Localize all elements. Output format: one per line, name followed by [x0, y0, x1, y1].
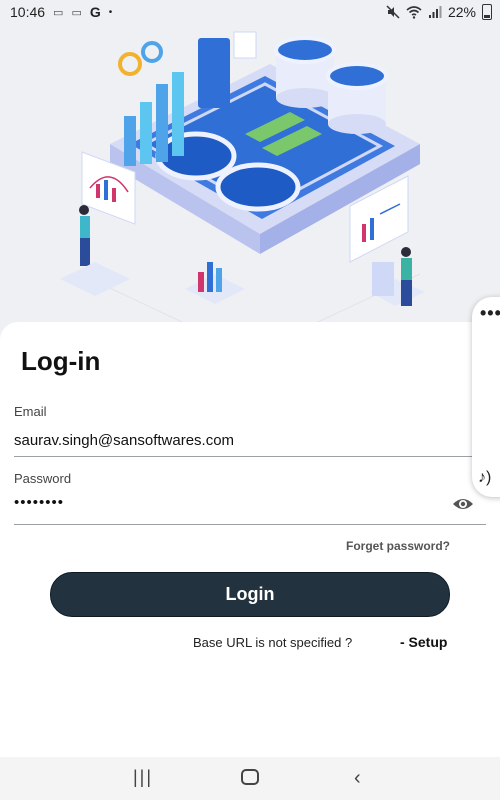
hero-illustration [0, 24, 500, 344]
wifi-icon [406, 6, 422, 19]
more-options-icon[interactable]: ••• [480, 303, 500, 324]
login-button[interactable]: Login [50, 572, 450, 617]
home-icon[interactable] [241, 769, 259, 785]
back-icon[interactable]: ‹ [354, 767, 361, 790]
google-icon: G [89, 4, 101, 20]
password-field[interactable]: •••••••• [14, 494, 64, 511]
email-label: Email [14, 404, 47, 419]
status-bar: 10:46 ▭ ▭ G • 22% [0, 0, 500, 24]
password-field-underline [14, 524, 486, 525]
recent-apps-icon[interactable]: ||| [133, 767, 153, 788]
setup-link[interactable]: - Setup [400, 634, 447, 650]
eye-icon[interactable] [452, 496, 474, 512]
battery-percentage: 22% [447, 4, 476, 20]
login-card: Log-in Email saurav.singh@sansoftwares.c… [0, 322, 500, 757]
floating-side-panel[interactable]: ••• ♪) [472, 297, 500, 497]
water-treatment-illustration [60, 31, 425, 344]
forgot-password-link[interactable]: Forget password? [346, 539, 450, 553]
sim-icon: ▭ [71, 6, 82, 19]
page-title: Log-in [21, 346, 101, 376]
sim-icon: ▭ [53, 6, 64, 19]
status-left: 10:46 ▭ ▭ G • [10, 4, 112, 20]
password-label: Password [14, 471, 72, 486]
signal-icon [428, 6, 442, 18]
dot-icon: • [108, 6, 113, 18]
audio-icon[interactable]: ♪) [478, 469, 491, 487]
status-time: 10:46 [10, 4, 46, 20]
base-url-message: Base URL is not specified ? [193, 635, 353, 650]
system-nav-bar: ||| ‹ [0, 757, 500, 800]
battery-icon [482, 4, 492, 20]
status-right: 22% [386, 4, 492, 20]
mute-icon [386, 5, 400, 19]
email-field[interactable]: saurav.singh@sansoftwares.com [14, 432, 234, 449]
email-field-underline [14, 456, 486, 457]
